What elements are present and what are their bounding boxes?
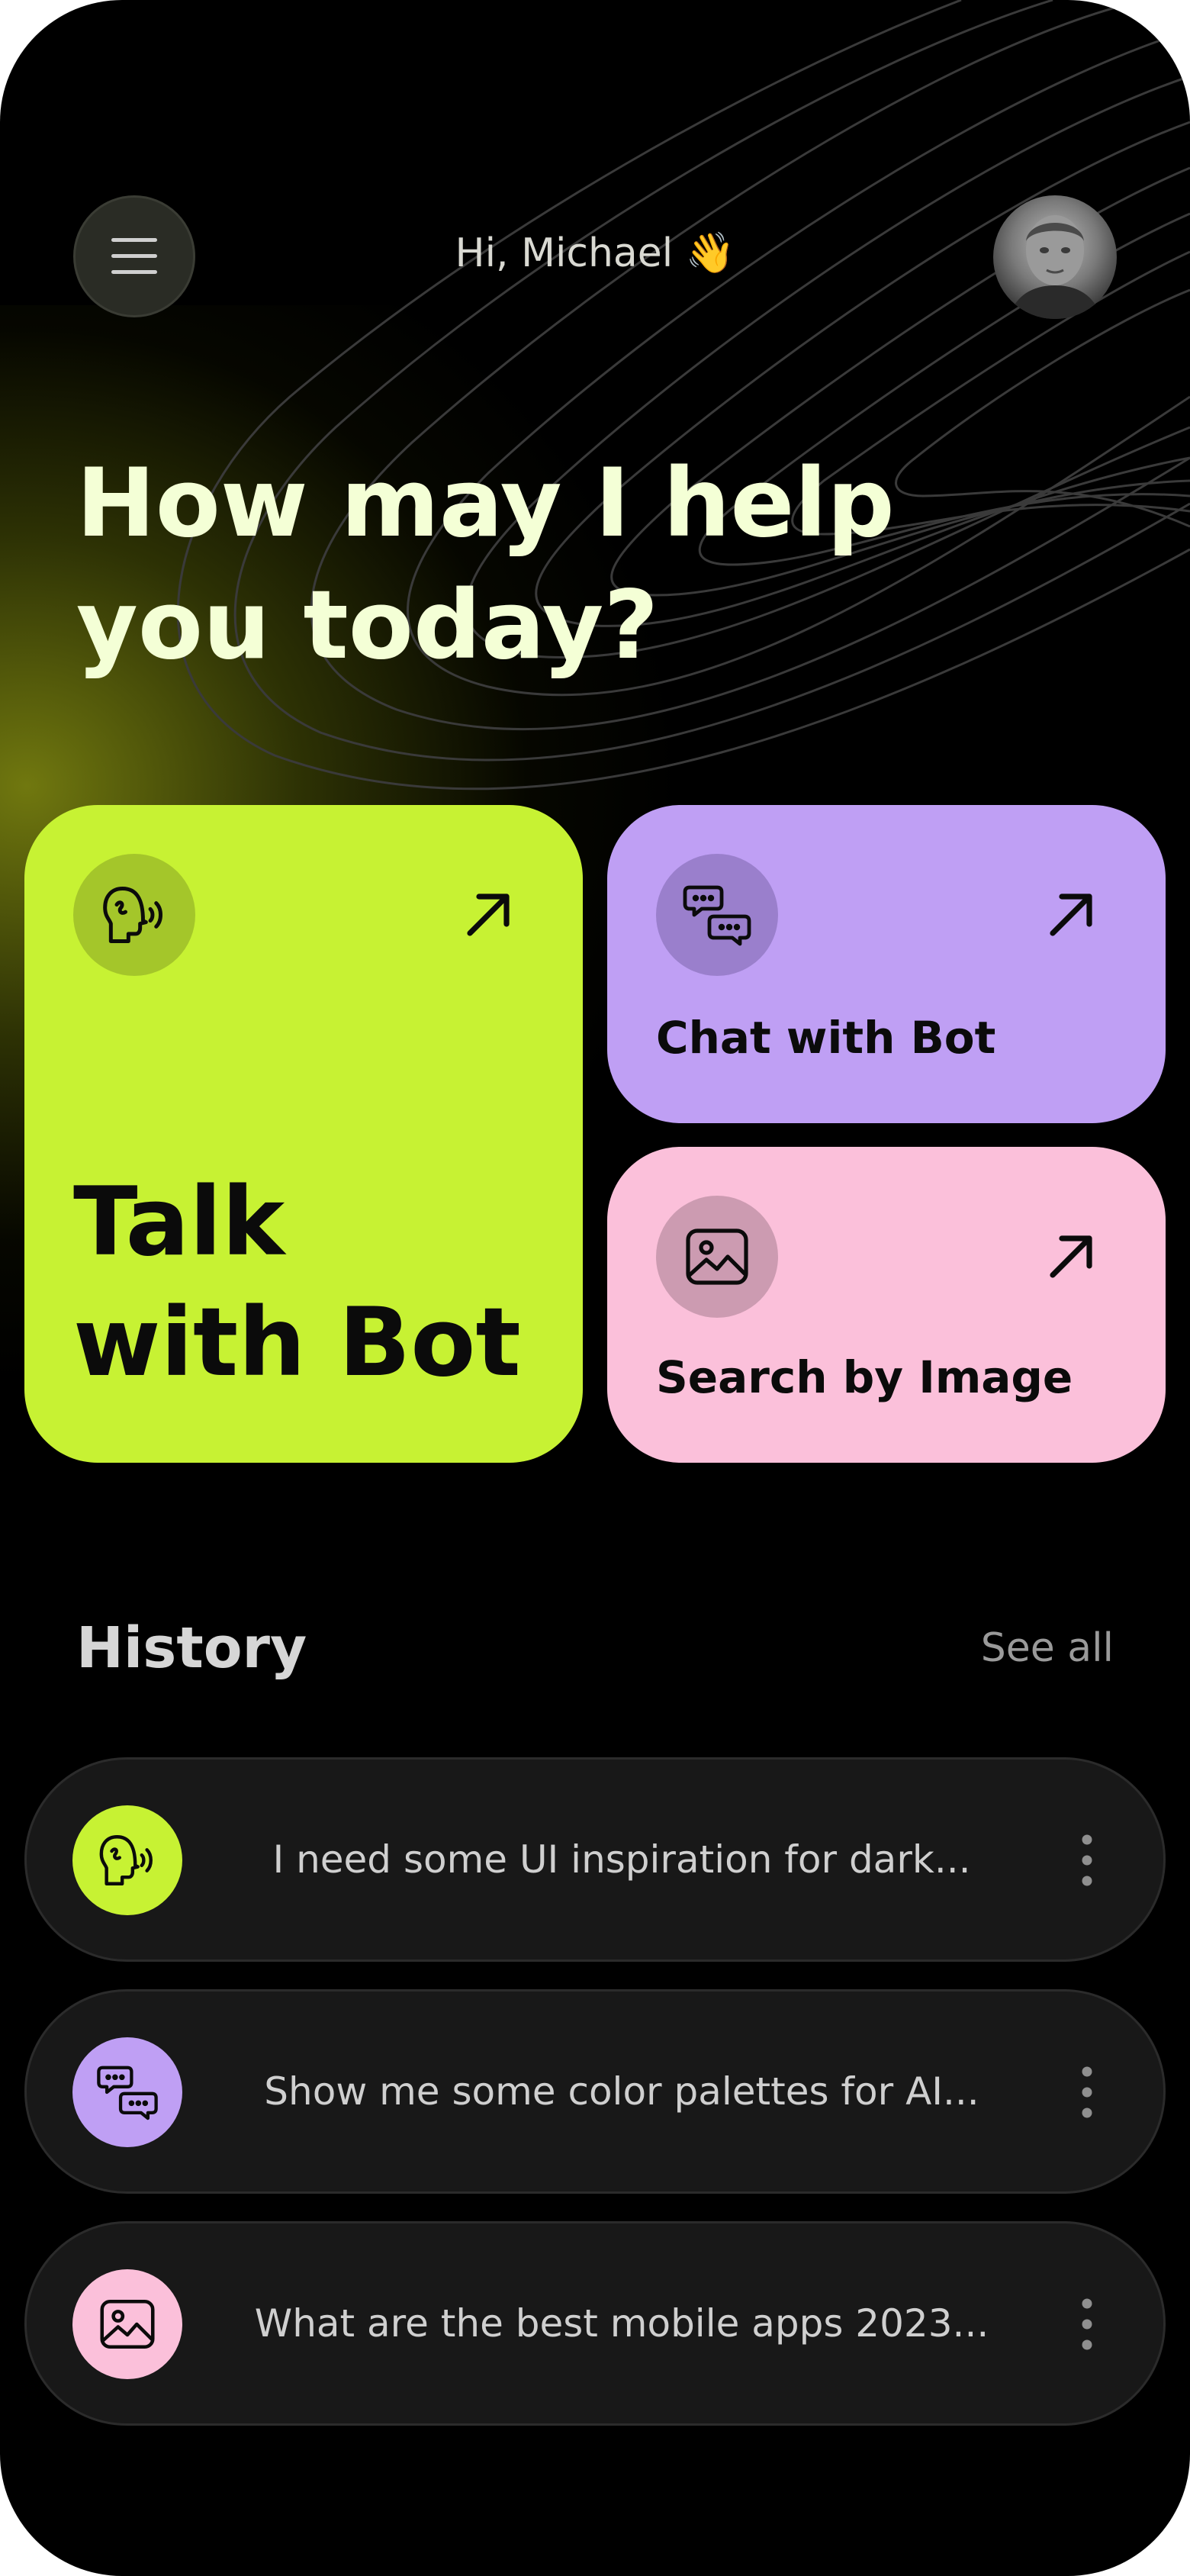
history-item-icon-circle [72,1805,182,1915]
see-all-link[interactable]: See all [981,1624,1114,1673]
arrow-up-right-icon [467,894,510,936]
image-icon [100,2299,155,2349]
background-contour-lines [176,0,1190,791]
history-item-text: What are the best mobile apps 2023... [254,2301,989,2346]
chat-with-bot-card[interactable]: Chat with Bot [607,805,1166,1123]
speaking-head-icon [103,887,162,943]
history-item[interactable]: Show me some color palettes for AI... [24,1989,1166,2194]
history-list: I need some UI inspiration for dark... S… [24,1757,1166,2453]
image-card-icon-circle [656,1196,778,1318]
arrow-up-right-icon [1050,894,1092,936]
more-options-button[interactable] [1072,1824,1102,1897]
more-vertical-icon [1082,2066,1092,2118]
talk-card-title: Talk with Bot [73,1162,521,1403]
app-screen: Hi, Michael 👋 How may I help you today? [0,0,1190,2576]
chat-bubbles-icon [97,2066,158,2120]
history-item-text: I need some UI inspiration for dark... [272,1837,971,1882]
search-by-image-card[interactable]: Search by Image [607,1147,1166,1463]
image-icon [686,1228,748,1285]
arrow-up-right-icon [1050,1235,1092,1278]
history-item[interactable]: What are the best mobile apps 2023... [24,2221,1166,2426]
page-headline: How may I help you today? [76,443,915,687]
headline-line-1: How may I help [76,449,895,559]
talk-card-icon-circle [73,854,195,976]
more-vertical-icon [1082,1834,1092,1886]
talk-card-title-line-1: Talk [73,1167,285,1277]
history-item-icon-circle [72,2037,182,2147]
talk-card-title-line-2: with Bot [73,1288,521,1398]
talk-with-bot-card[interactable]: Talk with Bot [24,805,583,1463]
more-vertical-icon [1082,2298,1092,2350]
chat-card-icon-circle [656,854,778,976]
image-card-title: Search by Image [656,1351,1073,1403]
speaking-head-icon [99,1835,153,1885]
more-options-button[interactable] [1072,2288,1102,2361]
headline-line-2: you today? [76,571,659,681]
chat-card-title: Chat with Bot [656,1012,996,1064]
avatar-portrait [1008,215,1102,319]
history-item[interactable]: I need some UI inspiration for dark... [24,1757,1166,1962]
history-section-title: History [76,1615,307,1681]
history-item-text: Show me some color palettes for AI... [264,2069,979,2114]
history-item-icon-circle [72,2269,182,2379]
more-options-button[interactable] [1072,2056,1102,2129]
user-avatar[interactable] [993,195,1117,319]
chat-bubbles-icon [683,885,751,946]
